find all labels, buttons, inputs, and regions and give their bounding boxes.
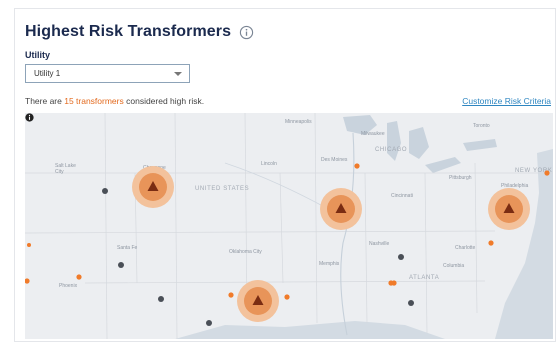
medium-risk-dot[interactable] — [488, 240, 494, 246]
summary-suffix: considered high risk. — [123, 96, 205, 106]
medium-risk-dot[interactable] — [27, 243, 31, 247]
utility-label: Utility — [25, 50, 51, 60]
medium-risk-dot[interactable] — [25, 278, 30, 284]
medium-risk-dot[interactable] — [354, 163, 360, 169]
low-risk-dot[interactable] — [206, 320, 212, 326]
risk-map[interactable]: UNITED STATES CHICAGO NEW YORK ATLANTA C… — [25, 113, 553, 339]
low-risk-dot[interactable] — [398, 254, 404, 260]
low-risk-dot[interactable] — [102, 188, 108, 194]
medium-risk-dot[interactable] — [391, 280, 397, 286]
high-risk-marker[interactable] — [320, 188, 362, 230]
summary-prefix: There are — [25, 96, 65, 106]
utility-select[interactable]: Utility 1 — [25, 64, 190, 83]
medium-risk-dot[interactable] — [544, 170, 550, 176]
info-circle-icon[interactable] — [239, 25, 254, 40]
risk-summary: There are 15 transformers considered hig… — [25, 96, 204, 106]
medium-risk-dot[interactable] — [284, 294, 290, 300]
high-risk-marker[interactable] — [132, 166, 174, 208]
title-row: Highest Risk Transformers — [25, 23, 254, 41]
medium-risk-dot[interactable] — [228, 292, 234, 298]
high-risk-marker[interactable] — [237, 280, 279, 322]
low-risk-dot[interactable] — [158, 296, 164, 302]
highest-risk-card: Highest Risk Transformers Utility Utilit… — [14, 8, 556, 342]
info-filled-icon[interactable] — [25, 113, 34, 122]
transformer-count: 15 transformers — [64, 96, 124, 106]
customize-risk-criteria-link[interactable]: Customize Risk Criteria — [462, 96, 551, 106]
marker-layer — [25, 163, 550, 326]
low-risk-dot[interactable] — [408, 300, 414, 306]
utility-select-value: Utility 1 — [34, 69, 61, 78]
medium-risk-dot[interactable] — [76, 274, 82, 280]
high-risk-marker[interactable] — [488, 188, 530, 230]
chevron-down-icon — [174, 72, 182, 76]
page-title: Highest Risk Transformers — [25, 23, 232, 40]
low-risk-dot[interactable] — [118, 262, 124, 268]
